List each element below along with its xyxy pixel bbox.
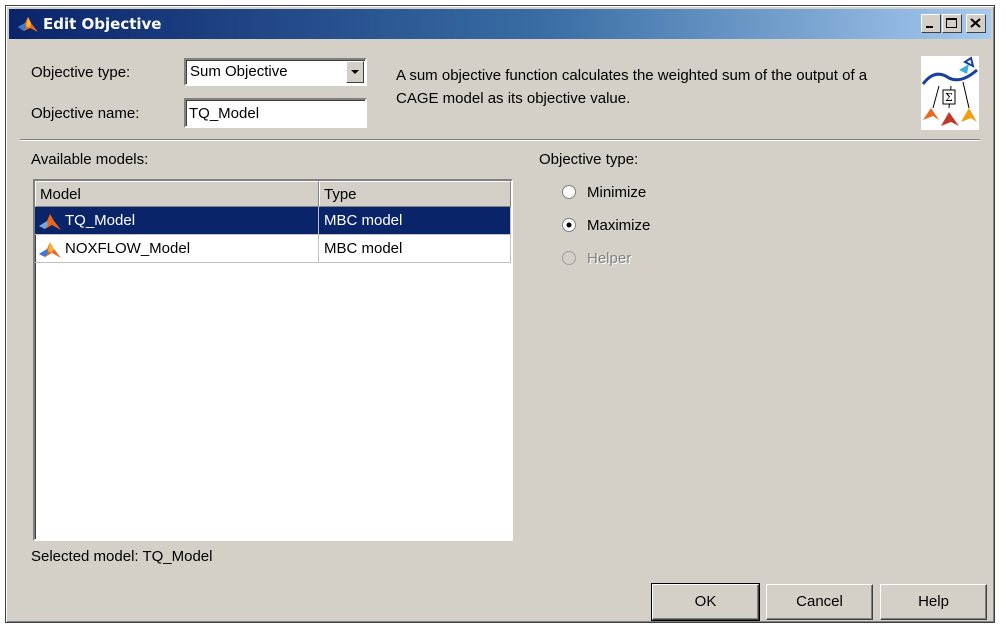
objective-description: A sum objective function calculates the …	[396, 67, 868, 107]
title-bar[interactable]: Edit Objective	[9, 9, 991, 39]
objective-name-value: TQ_Model	[189, 105, 260, 122]
table-row[interactable]: TQ_Model MBC model	[35, 207, 511, 235]
svg-text:Σ: Σ	[945, 91, 953, 104]
maximize-icon	[946, 18, 957, 28]
model-type: MBC model	[319, 207, 511, 235]
objective-type-select[interactable]: Sum Objective	[184, 58, 367, 86]
column-header-model[interactable]: Model	[35, 181, 319, 207]
close-icon	[970, 18, 981, 28]
sum-objective-icon: Σ	[921, 56, 979, 130]
model-icon	[39, 214, 61, 230]
model-name: TQ_Model	[65, 212, 136, 229]
selected-model-status: Selected model: TQ_Model	[31, 548, 213, 565]
column-header-type[interactable]: Type	[319, 181, 511, 207]
table-row[interactable]: NOXFLOW_Model MBC model	[35, 235, 511, 263]
radio-disabled-icon	[562, 251, 576, 265]
objective-name-label: Objective name:	[31, 105, 140, 122]
objective-direction-label: Objective type:	[539, 151, 639, 168]
edit-objective-dialog: Edit Objective Objective type: Sum Objec…	[5, 5, 995, 623]
models-table[interactable]: Model Type TQ_Model MBC model NOXFLOW_Mo…	[33, 179, 513, 541]
objective-type-label: Objective type:	[31, 64, 131, 81]
objective-type-value: Sum Objective	[190, 63, 288, 80]
model-type: MBC model	[319, 235, 511, 263]
close-button[interactable]	[966, 14, 986, 33]
dropdown-arrow-button[interactable]	[346, 61, 364, 83]
header-separator	[20, 139, 980, 141]
matlab-icon	[18, 17, 38, 32]
radio-unchecked-icon	[562, 185, 576, 199]
model-cell: TQ_Model	[35, 207, 319, 235]
maximize-label: Maximize	[587, 217, 651, 234]
minimize-icon	[926, 26, 933, 28]
maximize-button[interactable]	[942, 14, 962, 33]
model-cell: NOXFLOW_Model	[35, 235, 319, 263]
model-icon	[39, 242, 61, 258]
models-table-header: Model Type	[35, 181, 511, 207]
radio-checked-icon	[562, 218, 576, 232]
cancel-button[interactable]: Cancel	[766, 584, 873, 620]
model-name: NOXFLOW_Model	[65, 240, 191, 257]
available-models-label: Available models:	[31, 151, 149, 168]
chevron-down-icon	[351, 70, 359, 74]
ok-button[interactable]: OK	[651, 583, 760, 621]
helper-label: Helper	[587, 250, 632, 267]
minimize-button[interactable]	[921, 14, 941, 33]
help-button[interactable]: Help	[880, 584, 987, 620]
window-title: Edit Objective	[43, 15, 162, 33]
objective-name-input[interactable]: TQ_Model	[184, 98, 367, 128]
minimize-label: Minimize	[587, 184, 647, 201]
